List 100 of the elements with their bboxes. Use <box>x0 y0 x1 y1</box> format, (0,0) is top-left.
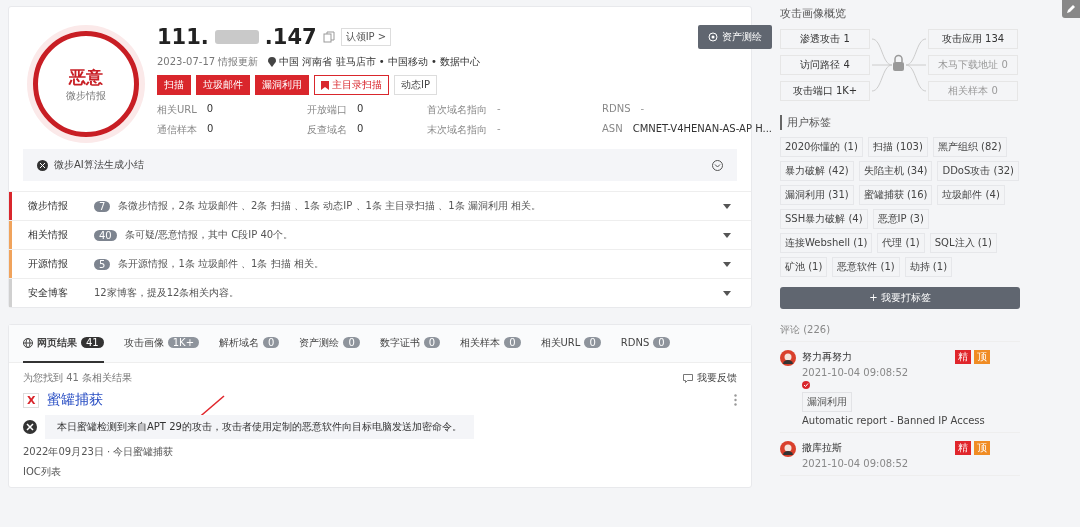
ip-address-start: 111. <box>157 25 209 49</box>
result-tab[interactable]: RDNS 0 <box>620 324 670 363</box>
user-tag[interactable]: 连接Webshell (1) <box>780 233 873 253</box>
user-tag[interactable]: 漏洞利用 (31) <box>780 185 854 205</box>
comment-text: Automatic report - Banned IP Access <box>802 415 985 426</box>
caret-icon <box>723 290 731 296</box>
add-tag-button[interactable]: + 我要打标签 <box>780 287 1020 309</box>
profile-node[interactable]: 攻击端口 1K+ <box>780 81 870 101</box>
intel-title: 微步情报 <box>28 199 69 213</box>
result-tab[interactable]: 相关样本 0 <box>460 324 521 363</box>
fact-label: 开放端口 <box>307 103 347 117</box>
comment-time: 2021-10-04 09:08:52 <box>802 367 909 378</box>
intel-text: 条微步情报，2条 垃圾邮件 、2条 扫描 、1条 动态IP 、1条 主目录扫描 、1条 漏洞利用 相关。 <box>118 199 541 213</box>
caret-icon <box>723 261 731 267</box>
result-tab[interactable]: 资产测绘 0 <box>299 324 360 363</box>
result-ioc: IOC列表 <box>23 465 62 479</box>
fact-value: 0 <box>207 123 214 136</box>
section-title: 攻击画像概览 <box>780 6 847 21</box>
comments-title: 评论 (226) <box>780 323 1020 342</box>
location-text: 中国 河南省 驻马店市 • 中国移动 • 数据中心 <box>279 55 481 69</box>
feedback-icon <box>683 373 693 383</box>
user-tag[interactable]: 恶意软件 (1) <box>832 257 900 277</box>
user-tag[interactable]: 代理 (1) <box>877 233 925 253</box>
user-tag[interactable]: 黑产组织 (82) <box>932 137 1007 157</box>
intel-title: 开源情报 <box>28 257 69 271</box>
result-title-link[interactable]: 蜜罐捕获 <box>47 391 104 409</box>
source-logo: X <box>23 392 40 408</box>
ai-summary-label: 微步AI算法生成小结 <box>54 158 144 172</box>
profile-node[interactable]: 攻击应用 134 <box>928 29 1018 49</box>
fact-value: CMNET-V4HENAN-AS-AP H... <box>632 123 773 136</box>
location-pin-icon <box>268 57 277 67</box>
expand-icon[interactable] <box>712 159 723 171</box>
fact-label: 通信样本 <box>157 123 197 137</box>
threat-tag: 主目录扫描 <box>314 75 389 95</box>
result-tab[interactable]: 相关URL 0 <box>540 324 601 363</box>
claim-ip-link[interactable]: 认领IP > <box>340 28 392 46</box>
threat-tag: 垃圾邮件 <box>196 75 250 95</box>
avatar <box>780 350 796 366</box>
user-tag[interactable]: 失陷主机 (34) <box>858 161 933 181</box>
section-title: 用户标签 <box>780 115 1020 130</box>
user-tag[interactable]: 矿池 (1) <box>780 257 828 277</box>
intel-text: 12家博客，提及12条相关内容。 <box>94 286 240 300</box>
verdict-label: 恶意 <box>69 65 103 89</box>
fact-label: 反查域名 <box>307 123 347 137</box>
tool-icon <box>23 420 37 434</box>
result-tab[interactable]: 数字证书 0 <box>379 324 441 363</box>
intel-title: 相关情报 <box>28 228 69 242</box>
intel-title: 安全博客 <box>28 286 69 300</box>
user-tag[interactable]: DDoS攻击 (32) <box>937 161 1019 181</box>
check-badge-icon <box>802 381 810 389</box>
ip-address-end: .147 <box>264 25 317 49</box>
fact-label: RDNS <box>602 103 631 116</box>
user-tag[interactable]: 恶意IP (3) <box>872 209 929 229</box>
comment-badge: 顶 <box>974 441 990 455</box>
comment-tag: 漏洞利用 <box>802 392 852 412</box>
fact-value: 0 <box>357 103 364 116</box>
intel-text: 条可疑/恶意情报，其中 C段IP 40个。 <box>124 228 294 242</box>
feedback-link[interactable]: 我要反馈 <box>697 371 737 385</box>
comment-badge: 精 <box>955 350 971 364</box>
user-tag[interactable]: 垃圾邮件 (4) <box>937 185 1005 205</box>
count-badge: 7 <box>94 200 111 212</box>
user-tag[interactable]: 蜜罐捕获 (16) <box>858 185 933 205</box>
result-tab[interactable]: 解析域名 0 <box>219 324 280 363</box>
copy-icon[interactable] <box>322 31 335 43</box>
comment-badge: 精 <box>955 441 971 455</box>
ai-summary-bar[interactable]: 微步AI算法生成小结 <box>23 149 737 181</box>
fact-value: - <box>497 103 501 116</box>
user-tag[interactable]: 扫描 (103) <box>867 137 928 157</box>
user-tag[interactable]: SSH暴力破解 (4) <box>780 209 868 229</box>
intel-text: 条开源情报，1条 垃圾邮件 、1条 扫描 相关。 <box>118 257 324 271</box>
threat-tag: 漏洞利用 <box>255 75 309 95</box>
count-badge: 5 <box>94 258 111 270</box>
fact-label: 相关URL <box>157 103 197 117</box>
avatar <box>780 441 796 457</box>
fact-label: ASN <box>602 123 623 136</box>
result-tab[interactable]: 网页结果 41 <box>23 324 104 363</box>
result-tab[interactable]: 攻击画像 1K+ <box>123 324 200 363</box>
result-summary: 本日蜜罐检测到来自APT 29的攻击，攻击者使用定制的恶意软件向目标电脑发送加密命令。 <box>45 415 474 439</box>
fact-value: 0 <box>357 123 364 136</box>
asset-mapping-button[interactable]: 资产测绘 <box>698 25 773 49</box>
comment-time: 2021-10-04 09:08:52 <box>802 458 909 469</box>
count-badge: 40 <box>94 229 117 241</box>
more-icon[interactable] <box>734 394 737 406</box>
caret-icon <box>723 232 731 238</box>
caret-icon <box>723 203 731 209</box>
fact-value: - <box>497 123 501 136</box>
fact-value: 0 <box>206 103 214 116</box>
edit-button[interactable] <box>1062 0 1080 18</box>
user-tag[interactable]: 2020你懂的 (1) <box>780 137 863 157</box>
fact-value: - <box>640 103 645 116</box>
user-tag[interactable]: SQL注入 (1) <box>929 233 997 253</box>
fact-label: 首次域名指向 <box>427 103 487 117</box>
threat-tag: 动态IP <box>394 75 437 95</box>
redaction-blur-icon <box>214 28 259 46</box>
profile-node[interactable]: 访问路径 4 <box>780 55 870 75</box>
result-date: 2022年09月23日 · 今日蜜罐捕获 <box>23 445 175 459</box>
comment-user: 努力再努力 <box>802 350 852 364</box>
profile-node[interactable]: 渗透攻击 1 <box>780 29 870 49</box>
user-tag[interactable]: 劫持 (1) <box>904 257 953 277</box>
user-tag[interactable]: 暴力破解 (42) <box>780 161 854 181</box>
